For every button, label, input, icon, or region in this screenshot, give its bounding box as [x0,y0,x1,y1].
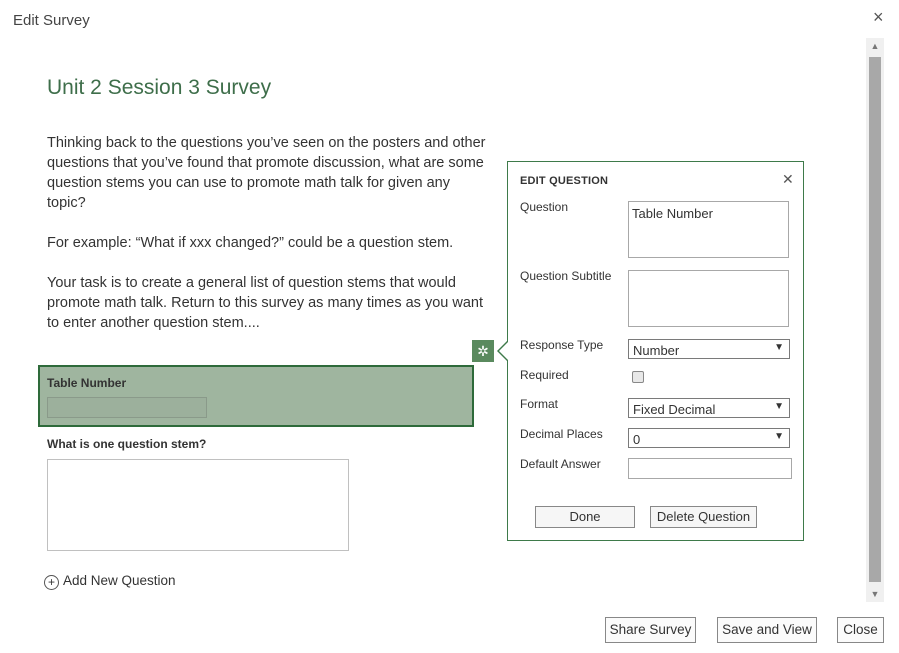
subtitle-field-label: Question Subtitle [520,269,612,283]
format-select[interactable]: Fixed Decimal ▼ [628,398,790,418]
vertical-scrollbar[interactable]: ▲ ▼ [866,38,884,602]
dialog-title: Edit Survey [13,12,90,29]
scroll-thumb[interactable] [869,57,881,582]
add-new-question-button[interactable]: + Add New Question [44,573,176,590]
response-type-label: Response Type [520,338,604,352]
survey-description-1: Thinking back to the questions you’ve se… [47,135,486,211]
question-field-label: Question [520,200,569,214]
edit-question-panel: EDIT QUESTION ✕ Question Table Number Qu… [507,161,804,541]
table-number-input[interactable] [47,397,207,418]
delete-question-button[interactable]: Delete Question [650,506,757,528]
required-label: Required [520,368,569,382]
survey-description-2: For example: “What if xxx changed?” coul… [47,235,454,251]
response-type-value: Number [633,343,680,358]
add-circle-icon: + [44,575,59,590]
share-survey-button[interactable]: Share Survey [605,617,696,643]
question-label: Table Number [47,376,127,390]
decimal-places-label: Decimal Places [520,427,603,441]
panel-pointer-inner [499,342,508,360]
edit-question-title: EDIT QUESTION [520,175,609,187]
format-value: Fixed Decimal [633,402,716,417]
format-label: Format [520,397,559,411]
gear-icon[interactable]: ✲ [472,340,494,362]
question-label: What is one question stem? [47,437,207,451]
close-icon[interactable]: × [873,7,884,28]
scroll-down-arrow-icon[interactable]: ▼ [866,586,884,602]
required-checkbox[interactable] [632,371,644,383]
dropdown-arrow-icon: ▼ [774,342,784,353]
default-answer-input[interactable] [628,458,792,479]
decimal-places-select[interactable]: 0 ▼ [628,428,790,448]
add-new-question-label: Add New Question [63,573,176,588]
question-text-input[interactable]: Table Number [628,201,789,258]
decimal-places-value: 0 [633,432,641,447]
close-button[interactable]: Close [837,617,884,643]
dropdown-arrow-icon: ▼ [774,431,784,442]
scroll-up-arrow-icon[interactable]: ▲ [866,38,884,54]
default-answer-label: Default Answer [520,457,601,471]
question-subtitle-input[interactable] [628,270,789,327]
dropdown-arrow-icon: ▼ [774,401,784,412]
response-type-select[interactable]: Number ▼ [628,339,790,359]
close-icon[interactable]: ✕ [782,171,794,188]
save-and-view-button[interactable]: Save and View [717,617,817,643]
done-button[interactable]: Done [535,506,635,528]
question-stem-textarea[interactable] [47,459,349,551]
survey-description-3: Your task is to create a general list of… [47,275,483,331]
question-table-number[interactable]: Table Number [38,365,474,427]
survey-title: Unit 2 Session 3 Survey [47,76,272,99]
